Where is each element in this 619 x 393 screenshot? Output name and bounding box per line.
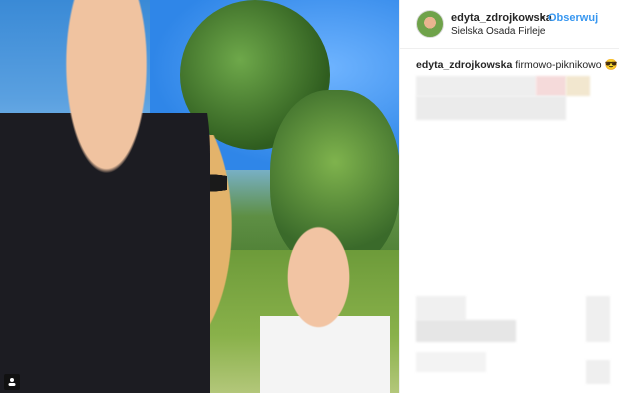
blurred-comment: [416, 96, 566, 120]
blurred-comment: [416, 76, 536, 96]
post-side-panel: edyta_zdrojkowska • Obserwuj Sielska Osa…: [399, 0, 619, 393]
blurred-comment: [586, 360, 610, 384]
user-tag-icon[interactable]: [4, 374, 20, 390]
location-link[interactable]: Sielska Osada Firleje: [451, 26, 545, 37]
post-caption: edyta_zdrojkowska firmowo-piknikowo 😎: [416, 58, 618, 71]
post-photo[interactable]: [0, 0, 399, 393]
blurred-comment: [536, 76, 566, 96]
photo-person-left: [0, 0, 210, 393]
follow-button[interactable]: Obserwuj: [548, 12, 598, 24]
post-header: edyta_zdrojkowska • Obserwuj Sielska Osa…: [400, 0, 619, 49]
avatar[interactable]: [416, 10, 444, 38]
separator-dot: •: [541, 12, 545, 24]
photo-person-right: [260, 200, 390, 393]
blurred-comment: [586, 296, 610, 342]
caption-text: firmowo-piknikowo: [515, 59, 602, 71]
sunglasses-emoji-icon: 😎: [604, 59, 618, 71]
blurred-comment: [416, 320, 516, 342]
blurred-comment: [416, 352, 486, 372]
blurred-comment: [416, 296, 466, 320]
username-link[interactable]: edyta_zdrojkowska: [451, 12, 552, 24]
caption-username-link[interactable]: edyta_zdrojkowska: [416, 59, 512, 71]
blurred-comment: [566, 76, 590, 96]
